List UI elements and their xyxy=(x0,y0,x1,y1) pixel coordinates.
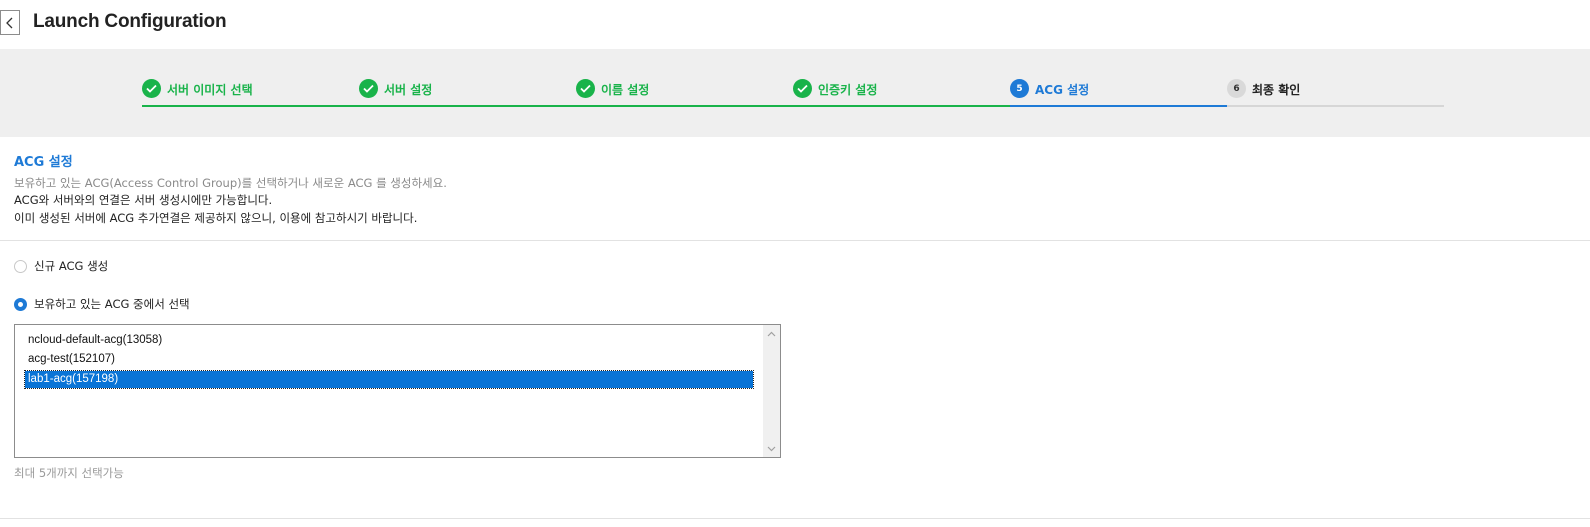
check-icon xyxy=(142,79,161,98)
step-label: 서버 이미지 선택 xyxy=(167,83,253,97)
radio-label: 보유하고 있는 ACG 중에서 선택 xyxy=(34,297,190,311)
step-label: 인증키 설정 xyxy=(818,83,878,97)
chevron-left-icon xyxy=(6,17,13,28)
scroll-up-icon[interactable] xyxy=(763,325,780,342)
divider xyxy=(0,240,1590,241)
step-label: 서버 설정 xyxy=(384,83,433,97)
scrollbar[interactable] xyxy=(763,325,780,457)
wizard-stepper: 서버 이미지 선택 서버 설정 이름 설정 인증키 설정 5 ACG 설정 6 … xyxy=(0,49,1590,137)
step-label: 최종 확인 xyxy=(1252,83,1301,97)
step-name-settings[interactable]: 이름 설정 xyxy=(576,78,793,107)
step-server-image[interactable]: 서버 이미지 선택 xyxy=(142,78,359,107)
step-server-settings[interactable]: 서버 설정 xyxy=(359,78,576,107)
step-auth-key-settings[interactable]: 인증키 설정 xyxy=(793,78,1010,107)
list-option-selected[interactable]: lab1-acg(157198) xyxy=(24,370,754,389)
step-final-review[interactable]: 6 최종 확인 xyxy=(1227,78,1444,107)
radio-new-acg[interactable]: 신규 ACG 생성 xyxy=(14,258,108,274)
list-option[interactable]: ncloud-default-acg(13058) xyxy=(25,332,753,349)
radio-button[interactable] xyxy=(14,259,27,273)
radio-existing-acg[interactable]: 보유하고 있는 ACG 중에서 선택 xyxy=(14,296,190,312)
step-label: ACG 설정 xyxy=(1035,83,1090,97)
section-description: 보유하고 있는 ACG(Access Control Group)를 선택하거나… xyxy=(14,176,447,190)
selection-limit-hint: 최대 5개까지 선택가능 xyxy=(14,466,124,480)
section-note: ACG와 서버와의 연결은 서버 생성시에만 가능합니다. xyxy=(14,193,273,207)
step-number: 5 xyxy=(1010,79,1029,98)
step-number: 6 xyxy=(1227,79,1246,98)
check-icon xyxy=(576,79,595,98)
check-icon xyxy=(793,79,812,98)
list-option[interactable]: acg-test(152107) xyxy=(25,351,753,368)
step-acg-settings[interactable]: 5 ACG 설정 xyxy=(1010,78,1227,107)
step-label: 이름 설정 xyxy=(601,83,650,97)
acg-select-list[interactable]: ncloud-default-acg(13058) acg-test(15210… xyxy=(14,324,781,458)
radio-button[interactable] xyxy=(14,297,27,311)
divider xyxy=(0,518,1590,519)
check-icon xyxy=(359,79,378,98)
back-button[interactable] xyxy=(0,10,20,35)
scroll-down-icon[interactable] xyxy=(763,440,780,457)
radio-label: 신규 ACG 생성 xyxy=(34,259,109,273)
section-note: 이미 생성된 서버에 ACG 추가연결은 제공하지 않으니, 이용에 참고하시기… xyxy=(14,211,418,225)
section-title: ACG 설정 xyxy=(14,155,73,170)
page-header: Launch Configuration xyxy=(0,0,1590,48)
page-title: Launch Configuration xyxy=(33,11,227,32)
